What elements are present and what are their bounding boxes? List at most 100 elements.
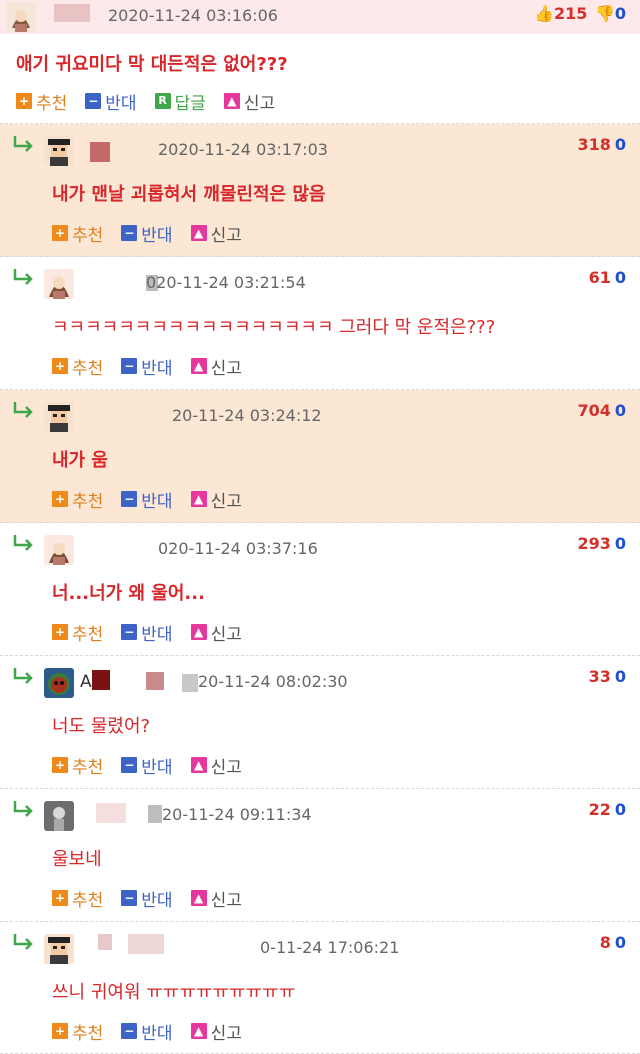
oppose-button[interactable]: − 반대 bbox=[121, 620, 173, 645]
plus-icon: + bbox=[52, 358, 68, 374]
minus-icon: − bbox=[121, 890, 138, 906]
upvote-count: 293 bbox=[577, 534, 611, 553]
avatar[interactable] bbox=[44, 535, 74, 565]
upvote-count: 22 bbox=[588, 800, 611, 819]
siren-icon: ▲ bbox=[190, 890, 207, 906]
report-button[interactable]: ▲ 신고 bbox=[190, 886, 242, 911]
avatar[interactable] bbox=[44, 934, 74, 964]
recommend-button[interactable]: + 추천 bbox=[52, 221, 103, 246]
minus-icon: − bbox=[85, 93, 102, 109]
reply-arrow-icon bbox=[13, 668, 33, 684]
vote-counts: 61 0 bbox=[589, 268, 626, 287]
recommend-button[interactable]: + 추천 bbox=[52, 487, 103, 512]
plus-icon: + bbox=[52, 890, 68, 906]
downvote-count: 0 bbox=[614, 667, 626, 686]
comment-date: 20-11-24 09:11:34 bbox=[162, 805, 312, 824]
comment-item: 0-11-24 17:06:21 80 쓰니 귀여워 ㅠㅠㅠㅠㅠㅠㅠㅠㅠ + 추천… bbox=[0, 922, 640, 1054]
comment-text: 너도 물렸어? bbox=[52, 716, 151, 737]
oppose-button[interactable]: − 반대 bbox=[121, 753, 173, 778]
siren-icon: ▲ bbox=[190, 491, 207, 507]
oppose-button[interactable]: − 반대 bbox=[121, 487, 173, 512]
vote-counts: 33 0 bbox=[589, 667, 626, 686]
comment-text: 애기 귀요미다 막 대든적은 없어??? bbox=[16, 54, 288, 75]
comment-date: 020-11-24 03:21:54 bbox=[146, 273, 306, 292]
comment-actions: + 추천 − 반대 ▲ 신고 bbox=[52, 220, 260, 246]
comment-item: 20-11-24 09:11:34 22 0 울보네 + 추천 − 반대 ▲ 신고 bbox=[0, 789, 640, 922]
plus-icon: + bbox=[52, 491, 68, 507]
recommend-button[interactable]: + 추천 bbox=[52, 620, 103, 645]
avatar[interactable] bbox=[44, 801, 74, 831]
recommend-button[interactable]: + 추천 bbox=[16, 89, 67, 114]
downvote-count: 0 bbox=[614, 800, 626, 819]
upvote-count: 8 bbox=[599, 933, 611, 952]
downvote-count: 0 bbox=[614, 135, 626, 154]
report-button[interactable]: ▲ 신고 bbox=[190, 620, 242, 645]
avatar[interactable] bbox=[44, 402, 74, 432]
comment-text: 쓰니 귀여워 ㅠㅠㅠㅠㅠㅠㅠㅠㅠ bbox=[52, 982, 296, 1003]
reply-arrow-icon bbox=[13, 136, 33, 152]
oppose-button[interactable]: − 반대 bbox=[121, 354, 173, 379]
minus-icon: − bbox=[121, 225, 138, 241]
plus-icon: + bbox=[16, 93, 32, 109]
oppose-button[interactable]: − 반대 bbox=[121, 221, 173, 246]
avatar[interactable] bbox=[44, 269, 74, 299]
comment-date: 2020-11-24 03:17:03 bbox=[158, 140, 328, 159]
report-button[interactable]: ▲ 신고 bbox=[190, 1019, 242, 1044]
comment-date: 0-11-24 17:06:21 bbox=[260, 938, 400, 957]
reply-icon: R bbox=[154, 93, 171, 109]
minus-icon: − bbox=[121, 1023, 138, 1039]
avatar[interactable] bbox=[6, 2, 36, 32]
comment-date: 20-11-24 03:24:12 bbox=[172, 406, 322, 425]
comment-date: 20-11-24 08:02:30 bbox=[198, 672, 348, 691]
comment-date: 020-11-24 03:37:16 bbox=[158, 539, 318, 558]
downvote-count: 0 bbox=[614, 933, 626, 952]
downvote-count: 0 bbox=[614, 268, 626, 287]
report-button[interactable]: ▲ 신고 bbox=[190, 354, 242, 379]
vote-counts: 👍215 👎0 bbox=[534, 4, 626, 23]
vote-counts: 293 0 bbox=[577, 534, 626, 553]
report-button[interactable]: ▲ 신고 bbox=[190, 221, 242, 246]
redacted-username bbox=[148, 805, 162, 823]
oppose-button[interactable]: − 반대 bbox=[121, 886, 173, 911]
reply-button[interactable]: R 답글 bbox=[154, 89, 206, 114]
recommend-button[interactable]: + 추천 bbox=[52, 354, 103, 379]
minus-icon: − bbox=[121, 624, 138, 640]
comment-item: 2020-11-24 03:17:03 318 0 내가 맨날 괴롭혀서 깨물린적… bbox=[0, 124, 640, 257]
downvote-count: 0 bbox=[614, 401, 626, 420]
recommend-button[interactable]: + 추천 bbox=[52, 1019, 103, 1044]
comment-text: 내가 맨날 괴롭혀서 깨물린적은 많음 bbox=[52, 184, 326, 205]
avatar[interactable] bbox=[44, 668, 74, 698]
plus-icon: + bbox=[52, 624, 68, 640]
redacted-username bbox=[92, 670, 110, 690]
avatar[interactable] bbox=[44, 136, 74, 166]
comment-text: 내가 움 bbox=[52, 450, 108, 471]
comment-item: 20-11-24 03:24:12 704 0 내가 움 + 추천 − 반대 ▲ 신고 bbox=[0, 390, 640, 523]
comment-date: 2020-11-24 03:16:06 bbox=[108, 6, 278, 25]
comment-text: 너...너가 왜 울어... bbox=[52, 583, 205, 604]
report-button[interactable]: ▲ 신고 bbox=[190, 753, 242, 778]
comment-item: 020-11-24 03:21:54 61 0 ㅋㅋㅋㅋㅋㅋㅋㅋㅋㅋㅋㅋㅋㅋㅋㅋㅋ… bbox=[0, 257, 640, 390]
oppose-button[interactable]: − 반대 bbox=[85, 89, 137, 114]
oppose-button[interactable]: − 반대 bbox=[121, 1019, 173, 1044]
plus-icon: + bbox=[52, 757, 68, 773]
vote-counts: 22 0 bbox=[589, 800, 626, 819]
redacted-username bbox=[96, 803, 126, 823]
siren-icon: ▲ bbox=[190, 624, 207, 640]
siren-icon: ▲ bbox=[190, 358, 207, 374]
plus-icon: + bbox=[52, 225, 68, 241]
thumbs-up-icon[interactable]: 👍 bbox=[534, 4, 554, 23]
recommend-button[interactable]: + 추천 bbox=[52, 753, 103, 778]
recommend-button[interactable]: + 추천 bbox=[52, 886, 103, 911]
vote-counts: 318 0 bbox=[577, 135, 626, 154]
comment-actions: + 추천 − 반대 ▲ 신고 bbox=[52, 1018, 260, 1044]
downvote-count: 0 bbox=[614, 534, 626, 553]
plus-icon: + bbox=[52, 1023, 68, 1039]
minus-icon: − bbox=[121, 358, 138, 374]
report-button[interactable]: ▲ 신고 bbox=[223, 89, 275, 114]
comment-actions: + 추천 − 반대 ▲ 신고 bbox=[52, 619, 260, 645]
thumbs-down-icon[interactable]: 👎 bbox=[595, 4, 615, 23]
report-button[interactable]: ▲ 신고 bbox=[190, 487, 242, 512]
comment-item: A 20-11-24 08:02:30 33 0 너도 물렸어? + 추천 − 반대 … bbox=[0, 656, 640, 789]
redacted-username bbox=[128, 934, 164, 954]
comment-actions: + 추천 − 반대 ▲ 신고 bbox=[52, 486, 260, 512]
